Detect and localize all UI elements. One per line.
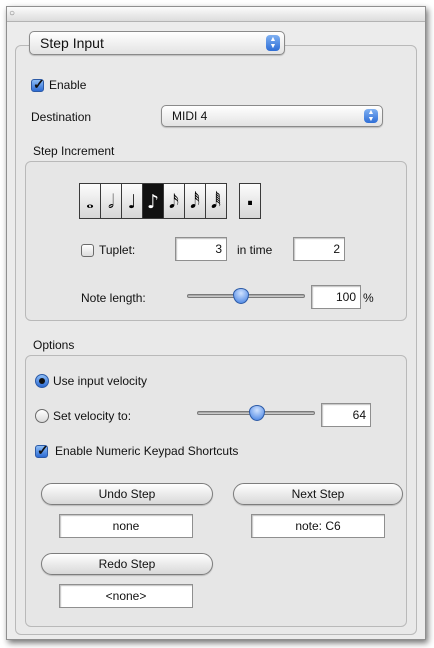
velocity-input[interactable]: 64 (321, 403, 371, 427)
quarter-note-button[interactable]: ♩ (121, 183, 143, 219)
enable-label: Enable (49, 78, 87, 92)
whole-note-button[interactable]: 𝅝 (79, 183, 101, 219)
destination-popup[interactable]: MIDI 4 ▲ ▼ (161, 105, 383, 127)
note-length-input[interactable]: 100 (311, 285, 361, 309)
step-increment-title: Step Increment (33, 144, 115, 158)
checkmark-icon: ✓ (37, 442, 49, 458)
close-icon[interactable]: ○ (9, 8, 15, 20)
checkmark-icon: ✓ (33, 76, 45, 92)
popup-arrows-icon: ▲ ▼ (364, 109, 378, 123)
half-note-button[interactable]: 𝅗𝅥 (100, 183, 122, 219)
next-step-button[interactable]: Next Step (233, 483, 403, 505)
popup-arrows-icon: ▲ ▼ (266, 35, 280, 51)
in-time-label: in time (237, 243, 273, 257)
destination-label: Destination (31, 110, 92, 124)
numeric-keypad-checkbox[interactable]: ✓ (35, 442, 49, 458)
redo-step-button[interactable]: Redo Step (41, 553, 213, 575)
note-value-selector: 𝅝 𝅗𝅥 ♩ ♪ 𝅘𝅥𝅯 𝅘𝅥𝅰 𝅘𝅥𝅱 . (79, 183, 329, 219)
quarter-note-icon: ♩ (127, 191, 137, 213)
use-input-velocity-radio[interactable] (35, 374, 49, 388)
tuplet-label: Tuplet: (99, 243, 136, 257)
note-length-label: Note length: (81, 291, 146, 305)
half-note-icon: 𝅗𝅥 (107, 191, 115, 213)
next-step-readout: note: C6 (251, 514, 385, 538)
thirty-second-note-icon: 𝅘𝅥𝅰 (190, 191, 200, 213)
sixty-fourth-note-button[interactable]: 𝅘𝅥𝅱 (205, 183, 227, 219)
set-velocity-label: Set velocity to: (53, 409, 132, 423)
whole-note-icon: 𝅝 (86, 191, 94, 213)
options-title: Options (33, 338, 75, 352)
thirty-second-note-button[interactable]: 𝅘𝅥𝅰 (184, 183, 206, 219)
title-bar[interactable]: ○ (7, 7, 425, 22)
set-velocity-radio[interactable] (35, 409, 49, 423)
enable-checkbox[interactable]: ✓ (31, 76, 45, 92)
sixteenth-note-icon: 𝅘𝅥𝅯 (169, 191, 179, 213)
dotted-note-button[interactable]: . (239, 183, 261, 219)
destination-value: MIDI 4 (172, 109, 208, 123)
numeric-keypad-label: Enable Numeric Keypad Shortcuts (55, 444, 239, 458)
eighth-note-icon: ♪ (146, 191, 160, 213)
mode-popup-label: Step Input (40, 35, 104, 51)
step-input-window: ○ Step Input ▲ ▼ ✓ Enable Destination MID… (6, 6, 426, 640)
undo-step-readout: none (59, 514, 193, 538)
tuplet-checkbox[interactable] (81, 244, 94, 257)
sixty-fourth-note-icon: 𝅘𝅥𝅱 (211, 191, 221, 213)
mode-popup[interactable]: Step Input ▲ ▼ (29, 31, 285, 55)
radio-dot-icon (39, 378, 45, 384)
dot-icon: . (245, 186, 255, 211)
in-time-input[interactable]: 2 (293, 237, 345, 261)
eighth-note-button[interactable]: ♪ (142, 183, 164, 219)
use-input-velocity-label: Use input velocity (53, 374, 148, 388)
tuplet-input[interactable]: 3 (175, 237, 227, 261)
redo-step-readout: <none> (59, 584, 193, 608)
sixteenth-note-button[interactable]: 𝅘𝅥𝅯 (163, 183, 185, 219)
undo-step-button[interactable]: Undo Step (41, 483, 213, 505)
note-length-unit: % (363, 291, 374, 305)
